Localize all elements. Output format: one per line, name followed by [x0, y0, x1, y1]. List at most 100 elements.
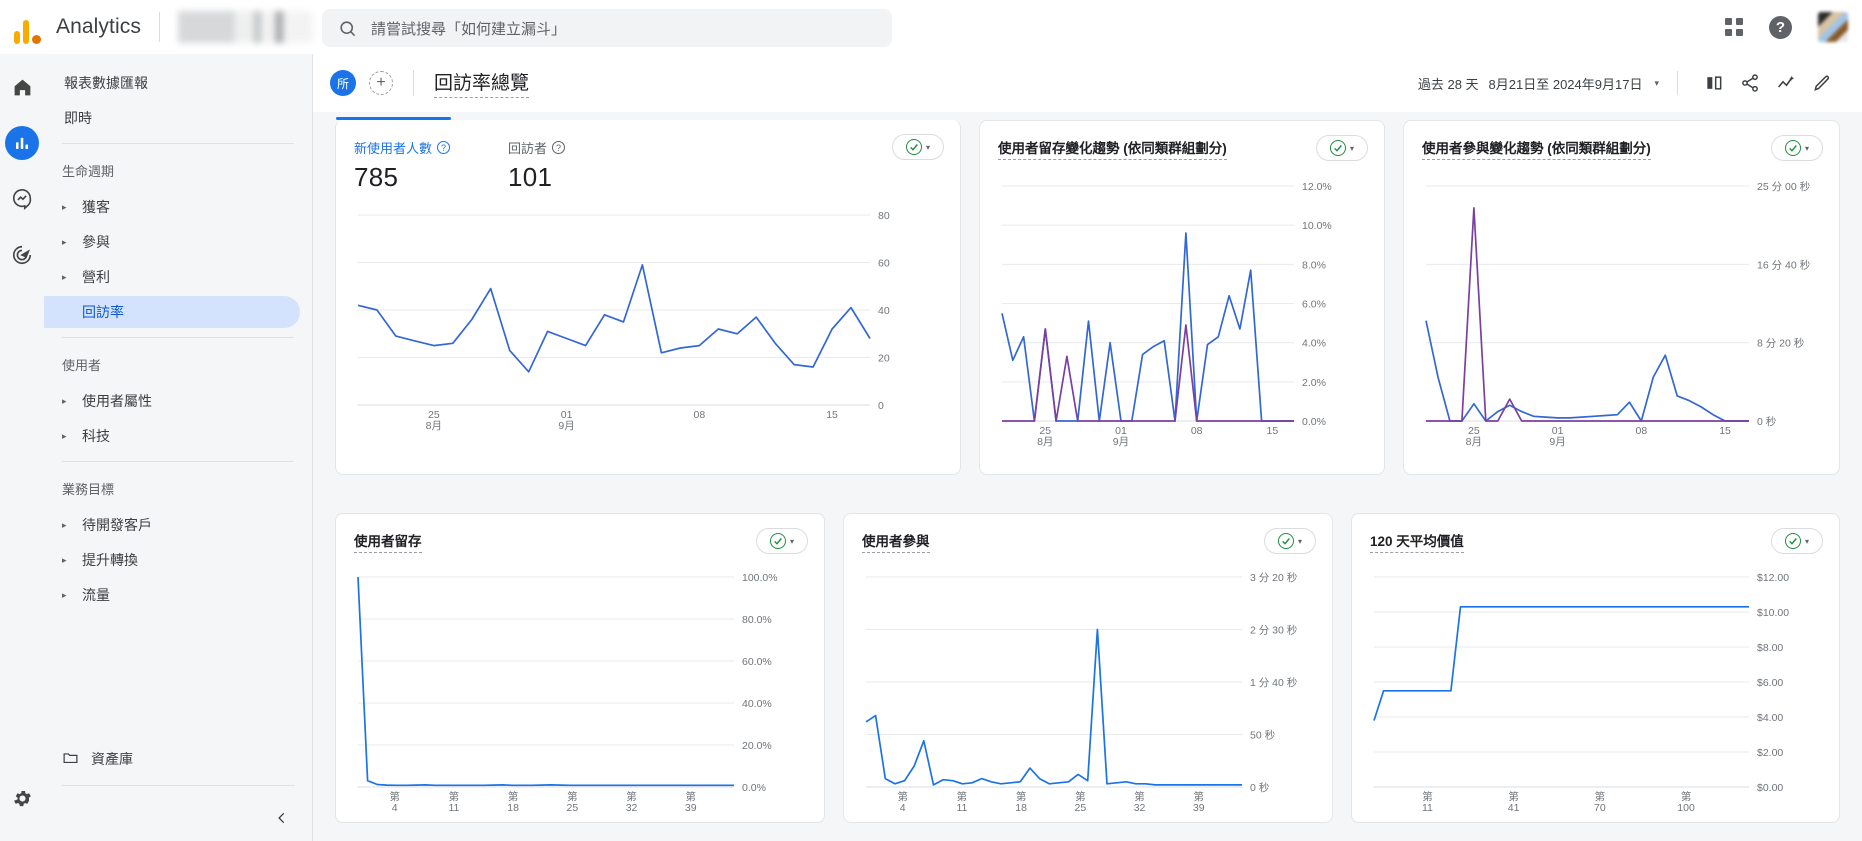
sidebar-item-reports-snapshot[interactable]: 報表數據匯報: [44, 67, 300, 99]
rail-item-advertising[interactable]: [5, 238, 39, 272]
rail-item-home[interactable]: [5, 70, 39, 104]
svg-text:08: 08: [1191, 425, 1203, 437]
svg-text:2 分 30 秒: 2 分 30 秒: [1250, 624, 1298, 637]
insights-icon[interactable]: [1768, 65, 1804, 101]
add-comparison-button[interactable]: +: [369, 71, 393, 95]
data-quality-check-icon: [905, 139, 922, 155]
sidebar-item-tech[interactable]: ▸ 科技: [44, 420, 300, 452]
date-range-preset[interactable]: 過去 28 天: [1418, 74, 1479, 93]
search-input-placeholder[interactable]: 請嘗試搜尋「如何建立漏斗」: [371, 18, 566, 39]
top-bar-actions: ?: [1725, 0, 1848, 54]
account-property-selector[interactable]: [177, 11, 313, 43]
sidebar-item-label: 回訪率: [82, 304, 124, 320]
avatar[interactable]: [1818, 12, 1848, 42]
sidebar-item-label: 科技: [82, 428, 110, 444]
chevron-down-icon[interactable]: ▾: [926, 143, 930, 152]
sidebar-item-library[interactable]: 資產庫: [44, 742, 313, 776]
sidebar-item-label: 流量: [82, 587, 110, 603]
chevron-down-icon[interactable]: ▾: [1350, 144, 1354, 153]
chart-user-retention[interactable]: 0.0% 20.0% 40.0% 60.0% 80.0% 100.0% 第 4 第 11 第 18 第 2…: [354, 567, 806, 817]
sidebar-item-realtime[interactable]: 即時: [44, 102, 300, 134]
chart-engagement-trend[interactable]: 0 秒8 分 20 秒 16 分 40 秒 25 分 00 秒 25 8月 01 9月 08 1…: [1422, 176, 1821, 451]
compare-icon[interactable]: [1696, 65, 1732, 101]
sidebar-item-retention[interactable]: 回訪率: [44, 296, 300, 328]
sidebar-collapse-button[interactable]: [44, 795, 313, 841]
help-circle-icon[interactable]: ?: [552, 141, 566, 154]
chart-new-vs-returning[interactable]: 0 20 40 60 80 25 8月 01 9月 08 15: [354, 205, 942, 435]
svg-text:100.0%: 100.0%: [742, 572, 778, 584]
svg-text:80.0%: 80.0%: [742, 614, 772, 626]
card-row-top: ▾ 新使用者人數 ? 785 回訪者 ? 101 0 20 40 60 80 2…: [313, 112, 1862, 475]
sidebar-group-lifecycle[interactable]: 生命週期: [44, 153, 312, 188]
chevron-down-icon[interactable]: ▾: [1654, 78, 1659, 89]
svg-text:40: 40: [878, 305, 890, 317]
header-divider: [1677, 71, 1678, 95]
chevron-right-icon: ▸: [62, 554, 67, 565]
chart-lifetime-value[interactable]: $0.00 $2.00 $4.00 $6.00 $8.00 $10.00 $12.00 第 11…: [1370, 567, 1821, 817]
card-quality-badge[interactable]: ▾: [1771, 135, 1823, 161]
card-quality-badge[interactable]: ▾: [756, 528, 808, 554]
svg-text:0 秒: 0 秒: [1757, 415, 1777, 428]
sidebar-item-acquisition[interactable]: ▸ 獲客: [44, 191, 300, 223]
svg-text:3 分 20 秒: 3 分 20 秒: [1250, 571, 1298, 584]
svg-text:39: 39: [685, 802, 697, 814]
chart-retention-trend[interactable]: 0.0% 2.0% 4.0% 6.0% 8.0% 10.0% 12.0% 25 8月 01 9月 08…: [998, 176, 1366, 451]
chevron-down-icon[interactable]: ▾: [1805, 144, 1809, 153]
svg-text:16 分 40 秒: 16 分 40 秒: [1757, 258, 1811, 271]
chevron-right-icon: ▸: [62, 271, 67, 282]
analytics-logo-icon[interactable]: [10, 10, 44, 44]
svg-text:08: 08: [1635, 425, 1647, 437]
svg-text:32: 32: [1134, 802, 1146, 814]
page-title: 回訪率總覽: [434, 68, 530, 98]
help-icon[interactable]: ?: [1769, 15, 1792, 39]
svg-text:11: 11: [956, 802, 967, 814]
analytics-app: Analytics 請嘗試搜尋「如何建立漏斗」 ? 報表數據匯報 即時 生命週期…: [0, 0, 1862, 841]
chevron-right-icon: ▸: [62, 395, 67, 406]
rail-item-explore[interactable]: [5, 182, 39, 216]
sidebar-item-label: 報表數據匯報: [64, 75, 148, 91]
apps-grid-icon[interactable]: [1725, 18, 1743, 36]
svg-text:11: 11: [1422, 802, 1433, 814]
chevron-right-icon: ▸: [62, 201, 67, 212]
sidebar-item-user-attributes[interactable]: ▸ 使用者屬性: [44, 385, 300, 417]
chevron-down-icon[interactable]: ▾: [1805, 537, 1809, 546]
sidebar-item-drive-conversions[interactable]: ▸ 提升轉換: [44, 544, 300, 576]
rail-item-reports[interactable]: [5, 126, 39, 160]
metric-tab-returning-users[interactable]: 回訪者 ? 101: [508, 138, 566, 193]
help-circle-icon[interactable]: ?: [437, 141, 451, 154]
svg-text:25 分 00 秒: 25 分 00 秒: [1757, 180, 1811, 193]
svg-text:40.0%: 40.0%: [742, 698, 772, 710]
sidebar-footer: 資產庫: [44, 742, 313, 841]
sidebar-item-engagement[interactable]: ▸ 參與: [44, 226, 300, 258]
svg-text:25: 25: [567, 802, 579, 814]
svg-text:0: 0: [878, 400, 884, 412]
card-quality-badge[interactable]: ▾: [1771, 528, 1823, 554]
brand-title[interactable]: Analytics: [56, 15, 141, 39]
chart-user-engagement[interactable]: 0 秒 50 秒1 分 40 秒2 分 30 秒3 分 20 秒第 4 第 11 第 18 第…: [862, 567, 1314, 817]
svg-text:15: 15: [826, 409, 838, 421]
sidebar-item-traffic[interactable]: ▸ 流量: [44, 579, 300, 611]
chevron-down-icon[interactable]: ▾: [1298, 537, 1302, 546]
svg-text:41: 41: [1508, 802, 1520, 814]
search-bar[interactable]: 請嘗試搜尋「如何建立漏斗」: [322, 9, 892, 47]
svg-text:4.0%: 4.0%: [1302, 338, 1326, 350]
sidebar-group-business-objectives[interactable]: 業務目標: [44, 471, 312, 506]
share-icon[interactable]: [1732, 65, 1768, 101]
metric-tab-new-users[interactable]: 新使用者人數 ? 785: [354, 138, 451, 193]
sidebar-divider: [62, 337, 294, 338]
comparison-chip-all[interactable]: 所: [330, 70, 356, 96]
edit-pencil-icon[interactable]: [1804, 65, 1840, 101]
data-quality-check-icon: [1277, 533, 1294, 549]
gear-icon[interactable]: [5, 781, 39, 815]
chevron-down-icon[interactable]: ▾: [790, 537, 794, 546]
sidebar-item-monetisation[interactable]: ▸ 營利: [44, 261, 300, 293]
card-quality-badge[interactable]: ▾: [892, 134, 944, 160]
svg-text:10.0%: 10.0%: [1302, 220, 1332, 232]
sidebar-item-generate-leads[interactable]: ▸ 待開發客戶: [44, 509, 300, 541]
card-quality-badge[interactable]: ▾: [1316, 135, 1368, 161]
sidebar-group-user[interactable]: 使用者: [44, 347, 312, 382]
card-quality-badge[interactable]: ▾: [1264, 528, 1316, 554]
header-actions: 過去 28 天 8月21日至 2024年9月17日 ▾: [1418, 65, 1862, 101]
date-range-value[interactable]: 8月21日至 2024年9月17日: [1489, 74, 1643, 93]
svg-text:$10.00: $10.00: [1757, 607, 1789, 619]
